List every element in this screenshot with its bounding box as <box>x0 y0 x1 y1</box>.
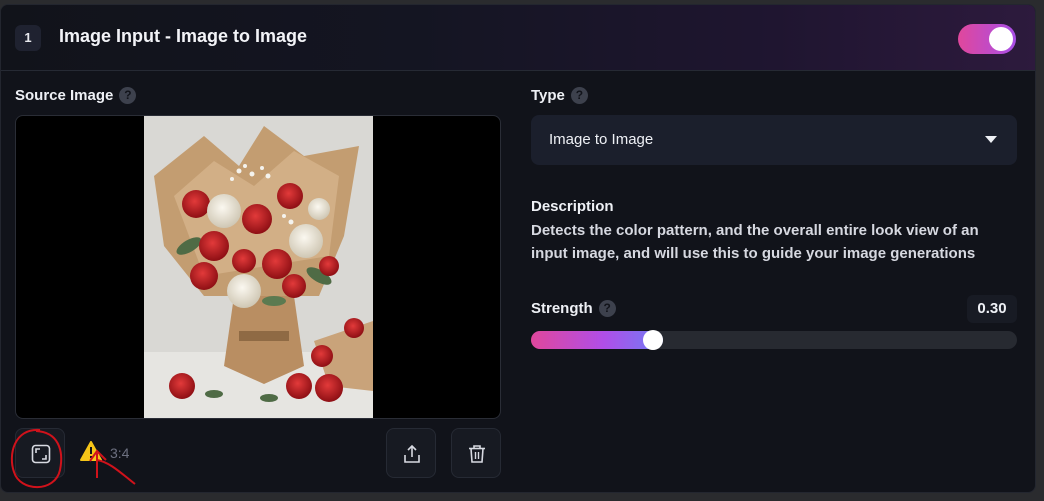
trash-icon <box>469 445 485 463</box>
strength-value[interactable]: 0.30 <box>967 295 1017 323</box>
warning-icon[interactable] <box>80 441 102 461</box>
strength-help-icon[interactable]: ? <box>598 300 616 317</box>
aspect-ratio-label: 3:4 <box>110 445 130 461</box>
image-input-panel: 1 Image Input - Image to Image Source Im… <box>0 4 1036 493</box>
source-image-help-icon[interactable]: ? <box>119 87 137 104</box>
strength-slider[interactable] <box>531 330 1017 350</box>
panel-title: Image Input - Image to Image <box>59 26 308 46</box>
toggle-knob <box>989 27 1013 51</box>
aspect-ratio-button[interactable] <box>15 428 65 478</box>
enable-toggle[interactable] <box>958 24 1016 54</box>
type-select[interactable]: Image to Image <box>531 115 1017 165</box>
caret-down-icon <box>985 136 997 143</box>
type-label: Type? <box>531 87 588 104</box>
type-select-value: Image to Image <box>549 131 654 148</box>
delete-button[interactable] <box>451 428 501 478</box>
description-label: Description <box>531 198 614 215</box>
source-image-label-text: Source Image <box>15 87 114 104</box>
description-text: Detects the color pattern, and the overa… <box>531 222 979 262</box>
strength-label-text: Strength <box>531 300 593 317</box>
upload-button[interactable] <box>386 428 436 478</box>
type-label-text: Type <box>531 87 565 104</box>
aspect-ratio-icon <box>31 444 51 464</box>
panel-header: 1 Image Input - Image to Image <box>1 5 1035 71</box>
upload-icon <box>404 444 420 463</box>
bouquet-image <box>144 116 373 418</box>
strength-label: Strength? <box>531 300 616 317</box>
source-image-label: Source Image? <box>15 87 137 104</box>
step-number-badge: 1 <box>15 25 41 51</box>
source-image-preview[interactable] <box>15 115 501 419</box>
strength-slider-thumb[interactable] <box>642 330 663 350</box>
type-help-icon[interactable]: ? <box>570 87 588 104</box>
